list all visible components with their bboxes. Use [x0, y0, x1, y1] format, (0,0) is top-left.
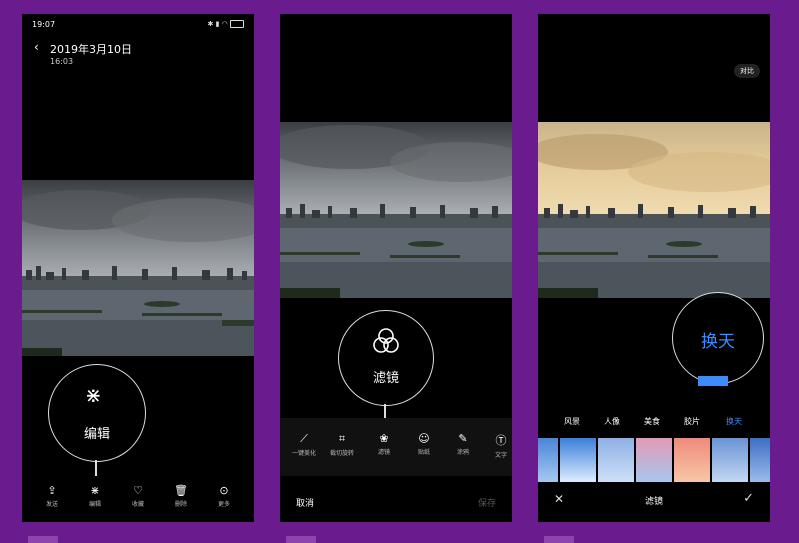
magic-wand-icon: ⟋ [300, 432, 308, 445]
sky-thumb[interactable] [750, 438, 770, 482]
filter-title: 滤镜 [644, 497, 663, 507]
sky-thumb[interactable] [674, 438, 710, 482]
delete-button[interactable]: 🗑 删除 [161, 484, 201, 508]
sky-thumb[interactable] [598, 438, 634, 482]
sky-thumb[interactable] [712, 438, 748, 482]
trash-icon: 🗑 [174, 484, 188, 497]
share-icon: ⇪ [47, 484, 57, 497]
sky-thumb[interactable] [636, 438, 672, 482]
filter-callout-label: 滤镜 [372, 371, 399, 386]
save-button[interactable]: 保存 [478, 496, 496, 509]
favorite-button[interactable]: ♡ 收藏 [118, 484, 158, 508]
photo-preview [280, 122, 512, 298]
bluetooth-icon: ✱ [207, 20, 214, 28]
filter-icon: ❀ [379, 432, 389, 445]
check-icon[interactable]: ✓ [743, 491, 754, 506]
edit-callout-circle: ⋇ 编辑 [48, 364, 146, 462]
tool-auto-beautify[interactable]: ⟋ 一键美化 [284, 432, 324, 457]
photo-date-title: 2019年3月10日 [50, 43, 132, 56]
selected-thumb-peek [698, 376, 728, 386]
tool-text[interactable]: Ⓣ 文字 [481, 432, 512, 459]
sky-filter-panel: 对比 换天 风景 人像 美食 胶片 换天 ✕ 滤镜 ✓ [538, 14, 770, 522]
photo-preview[interactable] [22, 180, 254, 356]
edit-callout-label: 编辑 [83, 427, 110, 442]
tab-food[interactable]: 美食 [644, 416, 660, 427]
edit-sparkle-icon: ⋇ [85, 383, 102, 407]
bottom-action-bar: ⇪ 发送 ⋇ 编辑 ♡ 收藏 🗑 删除 ⊙ 更多 [22, 484, 254, 514]
send-button[interactable]: ⇪ 发送 [32, 484, 72, 508]
text-icon: Ⓣ [495, 434, 507, 447]
city-harbor-photo [280, 122, 512, 298]
back-button[interactable]: ‹ [34, 40, 39, 54]
sky-thumb[interactable] [538, 438, 558, 482]
filter-category-tabs: 风景 人像 美食 胶片 换天 [538, 416, 770, 430]
sky-filter-thumbnails [538, 438, 770, 482]
heart-icon: ♡ [133, 484, 143, 497]
tab-portrait[interactable]: 人像 [604, 416, 620, 427]
tool-doodle[interactable]: ✎ 涂鸦 [443, 432, 483, 456]
tool-filter[interactable]: ❀ 滤镜 [364, 432, 404, 456]
sky-callout-label: 换天 [701, 332, 735, 352]
battery-icon [230, 20, 244, 28]
doodle-icon: ✎ [458, 432, 468, 445]
tab-sky-replace[interactable]: 换天 [726, 416, 742, 427]
filter-icon [373, 328, 399, 353]
tab-film[interactable]: 胶片 [684, 416, 700, 427]
gallery-viewer-panel: 19:07 ✱ ▮ ◠ ‹ 2019年3月10日 16:03 ⋇ 编辑 ⇪ 发送… [22, 14, 254, 522]
city-harbor-photo [22, 180, 254, 356]
filter-callout-circle: 滤镜 [338, 310, 434, 406]
tab-scenery[interactable]: 风景 [564, 416, 580, 427]
signal-icon: ▮ [215, 20, 220, 28]
photo-preview [538, 122, 770, 298]
decorative-chip [544, 536, 574, 543]
city-harbor-sunset-photo [538, 122, 770, 298]
decorative-chip [286, 536, 316, 543]
callout-pointer [95, 460, 97, 476]
sky-callout-circle: 换天 [672, 292, 764, 384]
more-icon: ⊙ [219, 484, 229, 497]
more-button[interactable]: ⊙ 更多 [204, 484, 244, 508]
tool-crop-rotate[interactable]: ⌗ 裁切旋转 [322, 432, 362, 457]
cancel-button[interactable]: 取消 [296, 496, 314, 509]
tool-sticker[interactable]: ☺ 贴纸 [404, 432, 444, 456]
crop-rotate-icon: ⌗ [338, 432, 346, 445]
edit-sparkle-icon: ⋇ [90, 484, 100, 497]
status-time: 19:07 [32, 20, 56, 29]
sticker-icon: ☺ [418, 432, 430, 445]
photo-editor-panel: 滤镜 ⟋ 一键美化 ⌗ 裁切旋转 ❀ 滤镜 ☺ 贴纸 ✎ 涂鸦 Ⓣ 文字 取消 … [280, 14, 512, 522]
photo-time: 16:03 [50, 57, 74, 66]
sky-thumb[interactable] [560, 438, 596, 482]
edit-button[interactable]: ⋇ 编辑 [75, 484, 115, 508]
decorative-chip [28, 536, 58, 543]
edit-toolbar: ⟋ 一键美化 ⌗ 裁切旋转 ❀ 滤镜 ☺ 贴纸 ✎ 涂鸦 Ⓣ 文字 [280, 418, 512, 476]
wifi-icon: ◠ [221, 20, 228, 28]
status-icons: ✱ ▮ ◠ [207, 20, 244, 28]
compare-button[interactable]: 对比 [734, 64, 760, 78]
